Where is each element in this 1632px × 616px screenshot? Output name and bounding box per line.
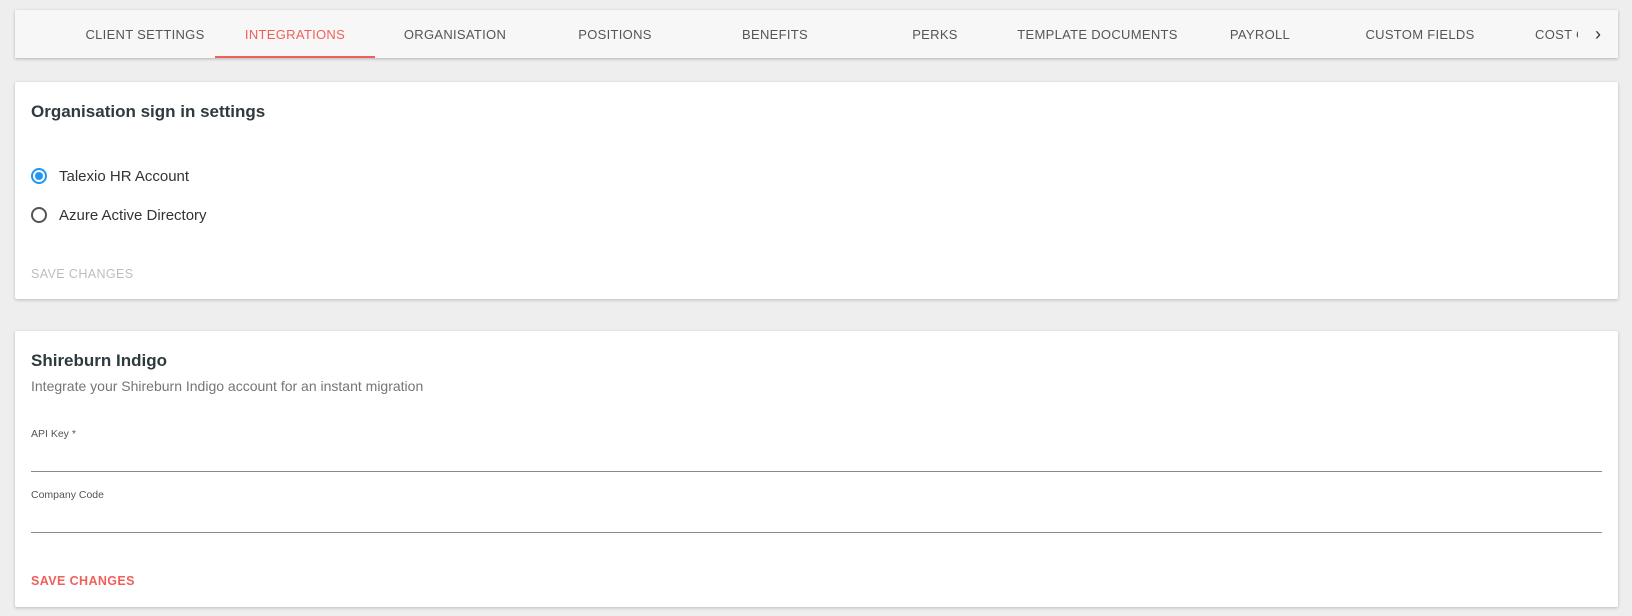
tab-template-documents[interactable]: TEMPLATE DOCUMENTS <box>1015 10 1180 58</box>
tab-bar: CLIENT SETTINGS INTEGRATIONS ORGANISATIO… <box>15 10 1618 58</box>
tab-organisation[interactable]: ORGANISATION <box>375 10 535 58</box>
tab-client-settings[interactable]: CLIENT SETTINGS <box>65 10 225 58</box>
chevron-right-icon: › <box>1595 23 1601 44</box>
radio-label: Talexio HR Account <box>59 167 190 185</box>
radio-unchecked-icon <box>31 207 47 223</box>
radio-azure-active-directory[interactable]: Azure Active Directory <box>31 205 207 225</box>
shireburn-indigo-subtitle: Integrate your Shireburn Indigo account … <box>31 378 424 394</box>
shireburn-indigo-card: Shireburn Indigo Integrate your Shirebur… <box>15 331 1618 607</box>
sign-in-settings-card: Organisation sign in settings Talexio HR… <box>15 82 1618 299</box>
shireburn-save-changes-button[interactable]: SAVE CHANGES <box>31 574 135 588</box>
company-code-label: Company Code <box>31 489 104 501</box>
sign-in-settings-title: Organisation sign in settings <box>31 102 266 121</box>
tab-payroll[interactable]: PAYROLL <box>1180 10 1340 58</box>
tab-benefits[interactable]: BENEFITS <box>695 10 855 58</box>
tab-scroll-next-button[interactable]: › <box>1578 10 1618 58</box>
radio-checked-icon <box>31 168 47 184</box>
api-key-label: API Key * <box>31 428 76 440</box>
tab-perks[interactable]: PERKS <box>855 10 1015 58</box>
api-key-input[interactable] <box>31 447 1602 472</box>
tab-custom-fields[interactable]: CUSTOM FIELDS <box>1340 10 1500 58</box>
radio-talexio-hr-account[interactable]: Talexio HR Account <box>31 166 189 186</box>
sign-in-save-changes-button[interactable]: SAVE CHANGES <box>31 267 134 281</box>
radio-label: Azure Active Directory <box>59 206 207 224</box>
shireburn-indigo-title: Shireburn Indigo <box>31 351 167 370</box>
company-code-input[interactable] <box>31 508 1602 533</box>
tab-positions[interactable]: POSITIONS <box>535 10 695 58</box>
tab-integrations[interactable]: INTEGRATIONS <box>215 10 375 58</box>
